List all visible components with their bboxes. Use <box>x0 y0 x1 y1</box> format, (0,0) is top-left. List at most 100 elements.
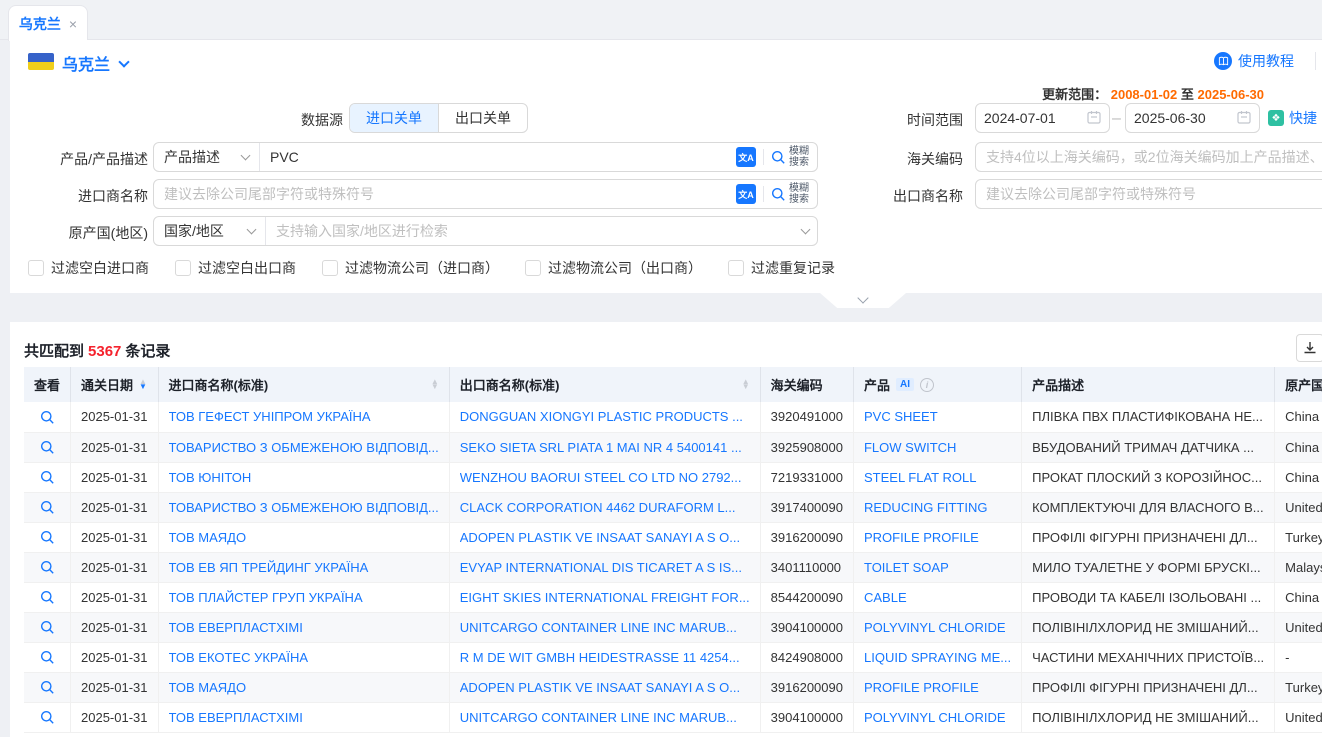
time-range-label: 时间范围 <box>863 110 963 130</box>
exporter-link[interactable]: UNITCARGO CONTAINER LINE INC MARUB... <box>460 710 750 725</box>
start-date-input[interactable]: 2024-07-01 <box>975 103 1110 133</box>
view-record-button[interactable] <box>40 710 55 725</box>
product-description: ВБУДОВАНИЙ ТРИМАЧ ДАТЧИКА ... <box>1032 440 1254 455</box>
table-header-row: 查看 通关日期▲▼ 进口商名称(标准)▲▼ 出口商名称(标准)▲▼ 海关编码 产… <box>24 367 1322 402</box>
tab-ukraine[interactable]: 乌克兰 × <box>8 5 88 41</box>
checkbox-icon[interactable] <box>728 260 744 276</box>
product-type-select[interactable]: 产品描述 <box>154 143 260 171</box>
checkbox-filter-logistics-importer[interactable]: 过滤物流公司（进口商） <box>322 258 499 278</box>
product-search-input[interactable]: PVC <box>260 149 736 165</box>
view-record-button[interactable] <box>40 560 55 575</box>
view-record-button[interactable] <box>40 650 55 665</box>
product-link[interactable]: PROFILE PROFILE <box>864 680 1011 695</box>
origin-type-select[interactable]: 国家/地区 <box>154 217 266 245</box>
exporter-link[interactable]: ADOPEN PLASTIK VE INSAAT SANAYI A S O... <box>460 680 750 695</box>
col-importer[interactable]: 进口商名称(标准)▲▼ <box>158 367 449 402</box>
exporter-link[interactable]: SEKO SIETA SRL PIATA 1 MAI NR 4 5400141 … <box>460 440 750 455</box>
exporter-link[interactable]: ADOPEN PLASTIK VE INSAAT SANAYI A S O... <box>460 530 750 545</box>
importer-link[interactable]: ТОВАРИСТВО З ОБМЕЖЕНОЮ ВІДПОВІД... <box>169 500 439 515</box>
checkbox-filter-logistics-exporter[interactable]: 过滤物流公司（出口商） <box>525 258 702 278</box>
importer-link[interactable]: ТОВ МАЯДО <box>169 530 439 545</box>
fuzzy-search-button[interactable]: 模糊搜索 <box>771 183 809 206</box>
product-link[interactable]: FLOW SWITCH <box>864 440 1011 455</box>
info-icon[interactable]: i <box>920 378 934 392</box>
importer-link[interactable]: ТОВ ЕВЕРПЛАСТХІМІ <box>169 620 439 635</box>
importer-link[interactable]: ТОВ МАЯДО <box>169 680 439 695</box>
tutorial-link[interactable]: 使用教程 <box>1214 51 1294 71</box>
exporter-link[interactable]: WENZHOU BAORUI STEEL CO LTD NO 2792... <box>460 470 750 485</box>
product-link[interactable]: STEEL FLAT ROLL <box>864 470 1011 485</box>
checkbox-icon[interactable] <box>322 260 338 276</box>
product-link[interactable]: TOILET SOAP <box>864 560 1011 575</box>
hs-code-value: 3917400090 <box>771 500 843 515</box>
view-record-button[interactable] <box>40 470 55 485</box>
hs-code-value: 3925908000 <box>771 440 843 455</box>
table-row: 2025-01-31 ТОВ МАЯДО ADOPEN PLASTIK VE I… <box>24 522 1322 552</box>
checkbox-icon[interactable] <box>28 260 44 276</box>
import-declarations-option[interactable]: 进口关单 <box>350 104 438 132</box>
translate-icon[interactable]: 文A <box>736 184 756 204</box>
importer-link[interactable]: ТОВ ЕКОТЕС УКРАЇНА <box>169 650 439 665</box>
exporter-input[interactable]: 建议去除公司尾部字符或特殊符号 <box>975 179 1322 209</box>
origin-input[interactable]: 支持输入国家/地区进行检索 <box>266 221 802 241</box>
checkbox-icon[interactable] <box>525 260 541 276</box>
importer-link[interactable]: ТОВ ПЛАЙСТЕР ГРУП УКРАЇНА <box>169 590 439 605</box>
checkbox-filter-blank-importer[interactable]: 过滤空白进口商 <box>28 258 149 278</box>
view-record-button[interactable] <box>40 680 55 695</box>
col-exporter[interactable]: 出口商名称(标准)▲▼ <box>449 367 760 402</box>
exporter-link[interactable]: EVYAP INTERNATIONAL DIS TICARET A S IS..… <box>460 560 750 575</box>
origin-group: 国家/地区 支持输入国家/地区进行检索 <box>153 216 818 246</box>
col-product: 产品AIi <box>853 367 1021 402</box>
quick-select-button[interactable]: ❖ 快捷 <box>1268 108 1317 128</box>
hs-code-input[interactable]: 支持4位以上海关编码，或2位海关编码加上产品描述、企业名称 <box>975 142 1322 172</box>
view-record-button[interactable] <box>40 500 55 515</box>
clearance-date: 2025-01-31 <box>81 620 148 635</box>
date-range-dash: – <box>1112 110 1121 128</box>
product-link[interactable]: POLYVINYL CHLORIDE <box>864 710 1011 725</box>
col-clearance-date[interactable]: 通关日期▲▼ <box>71 367 159 402</box>
export-declarations-option[interactable]: 出口关单 <box>438 104 527 132</box>
close-tab-icon[interactable]: × <box>69 17 77 31</box>
product-link[interactable]: POLYVINYL CHLORIDE <box>864 620 1011 635</box>
sort-icons[interactable]: ▲▼ <box>139 380 147 389</box>
export-button[interactable] <box>1296 334 1322 362</box>
search-icon <box>771 187 786 202</box>
view-record-button[interactable] <box>40 530 55 545</box>
origin-label: 原产国(地区) <box>10 223 148 243</box>
fuzzy-search-button[interactable]: 模糊搜索 <box>771 146 809 169</box>
country-title[interactable]: 乌克兰 <box>62 51 110 75</box>
chevron-down-icon[interactable] <box>118 56 129 67</box>
view-record-button[interactable] <box>40 590 55 605</box>
checkbox-filter-blank-exporter[interactable]: 过滤空白出口商 <box>175 258 296 278</box>
importer-link[interactable]: ТОВ ЕВ ЯП ТРЕЙДИНГ УКРАЇНА <box>169 560 439 575</box>
exporter-link[interactable]: EIGHT SKIES INTERNATIONAL FREIGHT FOR... <box>460 590 750 605</box>
importer-link[interactable]: ТОВАРИСТВО З ОБМЕЖЕНОЮ ВІДПОВІД... <box>169 440 439 455</box>
view-record-button[interactable] <box>40 410 55 425</box>
view-record-button[interactable] <box>40 440 55 455</box>
sort-icons[interactable]: ▲▼ <box>431 380 439 389</box>
importer-link[interactable]: ТОВ ЮНІТОН <box>169 470 439 485</box>
exporter-link[interactable]: CLACK CORPORATION 4462 DURAFORM L... <box>460 500 750 515</box>
exporter-link[interactable]: UNITCARGO CONTAINER LINE INC MARUB... <box>460 620 750 635</box>
importer-link[interactable]: ТОВ ЕВЕРПЛАСТХІМІ <box>169 710 439 725</box>
hs-code-value: 8544200090 <box>771 590 843 605</box>
end-date-input[interactable]: 2025-06-30 <box>1125 103 1260 133</box>
translate-icon[interactable]: 文A <box>736 147 756 167</box>
exporter-link[interactable]: R M DE WIT GMBH HEIDESTRASSE 11 4254... <box>460 650 750 665</box>
calendar-icon <box>1237 110 1251 127</box>
product-link[interactable]: PROFILE PROFILE <box>864 530 1011 545</box>
product-link[interactable]: PVC SHEET <box>864 409 1011 424</box>
exporter-link[interactable]: DONGGUAN XIONGYI PLASTIC PRODUCTS ... <box>460 409 750 424</box>
collapse-filters-handle[interactable] <box>820 293 906 308</box>
product-link[interactable]: LIQUID SPRAYING ME... <box>864 650 1011 665</box>
hs-code-value: 3904100000 <box>771 710 843 725</box>
importer-link[interactable]: ТОВ ГЕФЕСТ УНІПРОМ УКРАЇНА <box>169 409 439 424</box>
checkbox-icon[interactable] <box>175 260 191 276</box>
checkbox-filter-duplicates[interactable]: 过滤重复记录 <box>728 258 835 278</box>
calendar-icon <box>1087 110 1101 127</box>
view-record-button[interactable] <box>40 620 55 635</box>
sort-icons[interactable]: ▲▼ <box>742 380 750 389</box>
importer-input[interactable]: 建议去除公司尾部字符或特殊符号 <box>154 184 736 204</box>
product-link[interactable]: CABLE <box>864 590 1011 605</box>
product-link[interactable]: REDUCING FITTING <box>864 500 1011 515</box>
